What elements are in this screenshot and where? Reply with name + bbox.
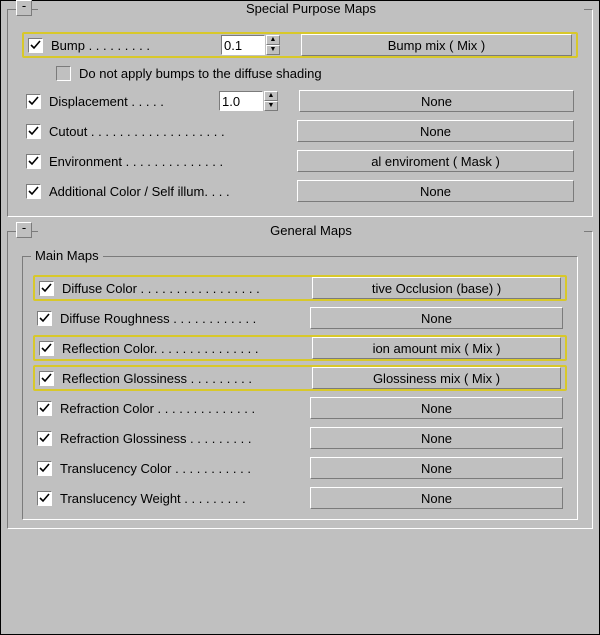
collapse-button[interactable]: -	[16, 0, 32, 16]
checkbox-refraction-glossiness[interactable]	[37, 431, 52, 446]
diffuse-roughness-map-button[interactable]: None	[310, 307, 563, 329]
label-reflection-glossiness: Reflection Glossiness . . . . . . . . .	[62, 371, 312, 386]
row-bump: Bump . . . . . . . . . ▲ ▼ Bump mix ( Mi…	[22, 32, 578, 58]
checkbox-cutout[interactable]	[26, 124, 41, 139]
row-reflection-color: Reflection Color. . . . . . . . . . . . …	[33, 335, 567, 361]
panel-special-maps: - Special Purpose Maps Bump . . . . . . …	[7, 9, 593, 217]
reflection-color-map-button[interactable]: ion amount mix ( Mix )	[312, 337, 561, 359]
translucency-color-map-button[interactable]: None	[310, 457, 563, 479]
reflection-glossiness-map-button[interactable]: Glossiness mix ( Mix )	[312, 367, 561, 389]
label-bump: Bump . . . . . . . . .	[51, 38, 221, 53]
checkbox-refraction-color[interactable]	[37, 401, 52, 416]
spinner-down-icon[interactable]: ▼	[264, 101, 278, 111]
checkbox-environment[interactable]	[26, 154, 41, 169]
checkbox-additional-color[interactable]	[26, 184, 41, 199]
row-cutout: Cutout . . . . . . . . . . . . . . . . .…	[22, 118, 578, 144]
environment-map-button[interactable]: al enviroment ( Mask )	[297, 150, 574, 172]
spinner-displacement: ▲ ▼	[219, 91, 289, 111]
row-translucency-color: Translucency Color . . . . . . . . . . .…	[33, 455, 567, 481]
collapse-button[interactable]: -	[16, 222, 32, 238]
displacement-value-input[interactable]	[219, 91, 263, 111]
row-diffuse-roughness: Diffuse Roughness . . . . . . . . . . . …	[33, 305, 567, 331]
row-refraction-color: Refraction Color . . . . . . . . . . . .…	[33, 395, 567, 421]
panel-body: Bump . . . . . . . . . ▲ ▼ Bump mix ( Mi…	[22, 20, 578, 204]
checkbox-diffuse-color[interactable]	[39, 281, 54, 296]
checkbox-bump-diffuse[interactable]	[56, 66, 71, 81]
spinner-bump: ▲ ▼	[221, 35, 291, 55]
row-environment: Environment . . . . . . . . . . . . . . …	[22, 148, 578, 174]
checkbox-translucency-color[interactable]	[37, 461, 52, 476]
checkbox-reflection-color[interactable]	[39, 341, 54, 356]
row-refraction-glossiness: Refraction Glossiness . . . . . . . . . …	[33, 425, 567, 451]
refraction-glossiness-map-button[interactable]: None	[310, 427, 563, 449]
row-additional-color: Additional Color / Self illum. . . . Non…	[22, 178, 578, 204]
panel-general-maps: - General Maps Main Maps Diffuse Color .…	[7, 231, 593, 529]
label-diffuse-color: Diffuse Color . . . . . . . . . . . . . …	[62, 281, 312, 296]
panel-title: General Maps	[38, 223, 584, 238]
row-reflection-glossiness: Reflection Glossiness . . . . . . . . . …	[33, 365, 567, 391]
panel-header: - Special Purpose Maps	[16, 0, 584, 16]
cutout-map-button[interactable]: None	[297, 120, 574, 142]
bump-map-button[interactable]: Bump mix ( Mix )	[301, 34, 572, 56]
panel-header: - General Maps	[16, 222, 584, 238]
label-displacement: Displacement . . . . .	[49, 94, 219, 109]
row-displacement: Displacement . . . . . ▲ ▼ None	[22, 88, 578, 114]
label-additional-color: Additional Color / Self illum. . . .	[49, 184, 297, 199]
label-translucency-color: Translucency Color . . . . . . . . . . .	[60, 461, 310, 476]
checkbox-reflection-glossiness[interactable]	[39, 371, 54, 386]
panel-body: Main Maps Diffuse Color . . . . . . . . …	[22, 242, 578, 520]
row-diffuse-color: Diffuse Color . . . . . . . . . . . . . …	[33, 275, 567, 301]
label-refraction-glossiness: Refraction Glossiness . . . . . . . . .	[60, 431, 310, 446]
refraction-color-map-button[interactable]: None	[310, 397, 563, 419]
panel-title: Special Purpose Maps	[38, 1, 584, 16]
row-bump-note: Do not apply bumps to the diffuse shadin…	[56, 62, 578, 84]
label-translucency-weight: Translucency Weight . . . . . . . . .	[60, 491, 310, 506]
spinner-down-icon[interactable]: ▼	[266, 45, 280, 55]
label-environment: Environment . . . . . . . . . . . . . .	[49, 154, 297, 169]
diffuse-color-map-button[interactable]: tive Occlusion (base) )	[312, 277, 561, 299]
checkbox-bump[interactable]	[28, 38, 43, 53]
displacement-map-button[interactable]: None	[299, 90, 574, 112]
spinner-up-icon[interactable]: ▲	[264, 91, 278, 101]
translucency-weight-map-button[interactable]: None	[310, 487, 563, 509]
label-bump-note: Do not apply bumps to the diffuse shadin…	[79, 66, 322, 81]
additional-color-map-button[interactable]: None	[297, 180, 574, 202]
app-window: - Special Purpose Maps Bump . . . . . . …	[0, 0, 600, 635]
checkbox-diffuse-roughness[interactable]	[37, 311, 52, 326]
bump-value-input[interactable]	[221, 35, 265, 55]
label-diffuse-roughness: Diffuse Roughness . . . . . . . . . . . …	[60, 311, 310, 326]
label-cutout: Cutout . . . . . . . . . . . . . . . . .…	[49, 124, 297, 139]
spinner-up-icon[interactable]: ▲	[266, 35, 280, 45]
fieldset-main-maps: Main Maps Diffuse Color . . . . . . . . …	[22, 256, 578, 520]
label-reflection-color: Reflection Color. . . . . . . . . . . . …	[62, 341, 312, 356]
checkbox-translucency-weight[interactable]	[37, 491, 52, 506]
checkbox-displacement[interactable]	[26, 94, 41, 109]
label-refraction-color: Refraction Color . . . . . . . . . . . .…	[60, 401, 310, 416]
fieldset-title: Main Maps	[31, 248, 103, 263]
row-translucency-weight: Translucency Weight . . . . . . . . . No…	[33, 485, 567, 511]
